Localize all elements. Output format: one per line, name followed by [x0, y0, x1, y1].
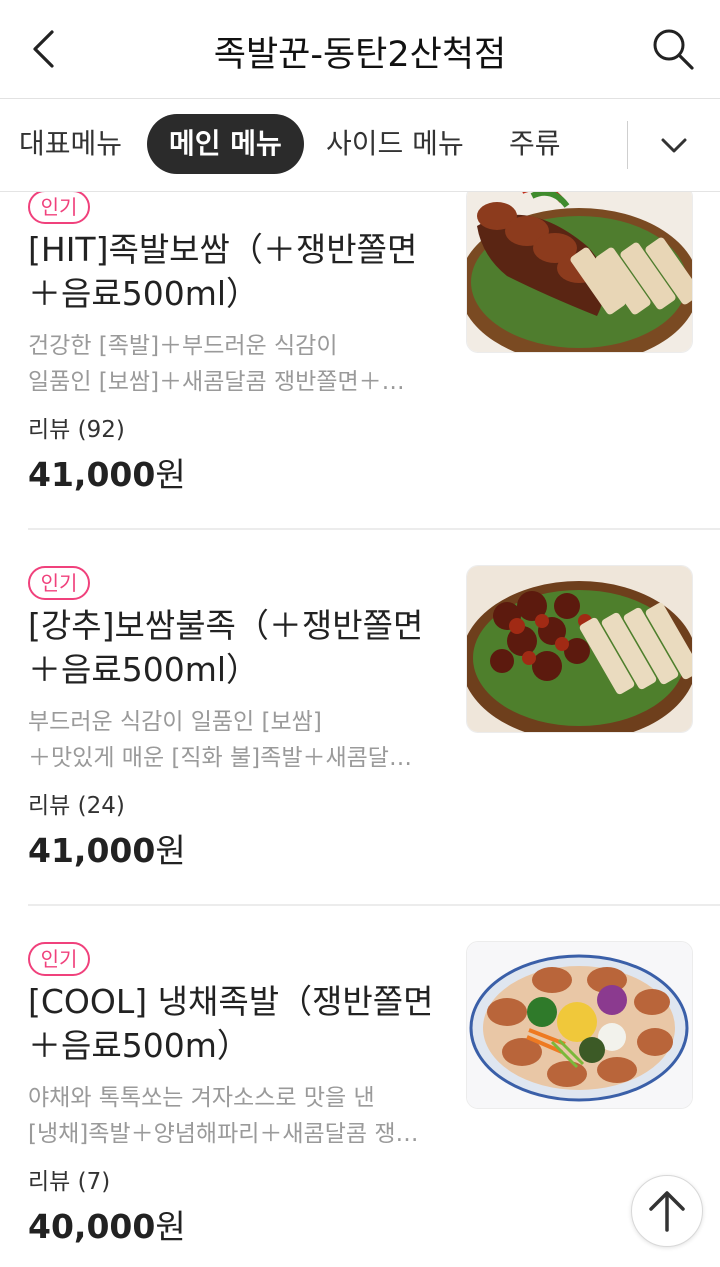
- item-divider: [28, 904, 720, 906]
- tab-liquor[interactable]: 주류: [509, 114, 561, 174]
- chevron-left-icon[interactable]: [22, 24, 70, 74]
- menu-item-description: 야채와 톡톡쏘는 겨자소스로 맛을 낸 [냉채]족발＋양념해파리＋새콤달콤 쟁…: [28, 1080, 438, 1152]
- menu-item-description: 건강한 [족발]＋부드러운 식감이 일품인 [보쌈]＋새콤달콤 쟁반쫄면＋…: [28, 328, 438, 400]
- review-count: 리뷰 (92): [28, 417, 125, 443]
- menu-item[interactable]: 인기 [HIT]족발보쌈（＋쟁반쫄면 ＋음료500ml） 건강한 [족발]＋부드…: [0, 192, 720, 528]
- menu-item-name-line: [HIT]족발보쌈（＋쟁반쫄면: [28, 230, 418, 269]
- popular-badge: 인기: [28, 192, 90, 224]
- menu-item-photo: [466, 192, 693, 353]
- menu-item-name: [강추]보쌈불족（＋쟁반쫄면 ＋음료500ml）: [28, 604, 438, 692]
- item-divider: [28, 528, 720, 530]
- price-currency: 원: [155, 831, 186, 870]
- menu-item-price: 41,000원: [28, 448, 186, 496]
- menu-item-name-line: ＋음료500ml）: [28, 274, 260, 313]
- price-currency: 원: [155, 1207, 186, 1246]
- review-count: 리뷰 (7): [28, 1169, 111, 1195]
- chevron-down-icon[interactable]: [654, 125, 694, 165]
- menu-item-name: [COOL] 냉채족발（쟁반쫄면 ＋음료500m）: [28, 980, 438, 1068]
- menu-item-name-line: [COOL] 냉채족발（쟁반쫄면: [28, 982, 434, 1021]
- popular-badge: 인기: [28, 942, 90, 976]
- popular-badge: 인기: [28, 566, 90, 600]
- page-title: 족발꾼-동탄2산척점: [213, 35, 507, 75]
- scroll-top-button[interactable]: [631, 1175, 703, 1247]
- price-currency: 원: [155, 455, 186, 494]
- menu-item-photo: [466, 565, 693, 733]
- category-tabs: 대표메뉴 메인 메뉴 사이드 메뉴 주류: [0, 99, 720, 192]
- search-icon[interactable]: [648, 24, 698, 74]
- menu-item[interactable]: 인기 [COOL] 냉채족발（쟁반쫄면 ＋음료500m） 야채와 톡톡쏘는 겨자…: [0, 916, 720, 1267]
- price-value: 40,000: [28, 1207, 156, 1246]
- menu-item-description: 부드러운 식감이 일품인 [보쌈] ＋맛있게 매운 [직화 불]족발＋새콤달…: [28, 704, 438, 776]
- menu-item-desc-line: [냉채]족발＋양념해파리＋새콤달콤 쟁…: [28, 1121, 419, 1147]
- menu-item-name: [HIT]족발보쌈（＋쟁반쫄면 ＋음료500ml）: [28, 228, 438, 316]
- tab-representative-menu[interactable]: 대표메뉴: [19, 114, 122, 174]
- review-count: 리뷰 (24): [28, 793, 125, 819]
- menu-item-desc-line: 일품인 [보쌈]＋새콤달콤 쟁반쫄면＋…: [28, 369, 405, 395]
- menu-item-name-line: ＋음료500ml）: [28, 650, 260, 689]
- menu-item-desc-line: 부드러운 식감이 일품인 [보쌈]: [28, 709, 322, 735]
- price-value: 41,000: [28, 455, 156, 494]
- tabs-divider: [627, 121, 628, 169]
- tab-side-menu[interactable]: 사이드 메뉴: [326, 114, 464, 174]
- menu-item-photo: [466, 941, 693, 1109]
- menu-item-desc-line: ＋맛있게 매운 [직화 불]족발＋새콤달…: [28, 745, 412, 771]
- menu-item-desc-line: 건강한 [족발]＋부드러운 식감이: [28, 333, 338, 359]
- arrow-up-icon: [649, 1191, 685, 1232]
- menu-item-desc-line: 야채와 톡톡쏘는 겨자소스로 맛을 낸: [28, 1085, 375, 1111]
- menu-item-price: 40,000원: [28, 1200, 186, 1248]
- app-header: 족발꾼-동탄2산척점: [0, 0, 720, 99]
- menu-item-price: 41,000원: [28, 824, 186, 872]
- menu-list: 인기 [HIT]족발보쌈（＋쟁반쫄면 ＋음료500ml） 건강한 [족발]＋부드…: [0, 192, 720, 1267]
- tab-main-menu[interactable]: 메인 메뉴: [147, 114, 304, 174]
- price-value: 41,000: [28, 831, 156, 870]
- menu-item[interactable]: 인기 [강추]보쌈불족（＋쟁반쫄면 ＋음료500ml） 부드러운 식감이 일품인…: [0, 540, 720, 904]
- menu-item-name-line: [강추]보쌈불족（＋쟁반쫄면: [28, 606, 424, 645]
- menu-item-name-line: ＋음료500m）: [28, 1026, 250, 1065]
